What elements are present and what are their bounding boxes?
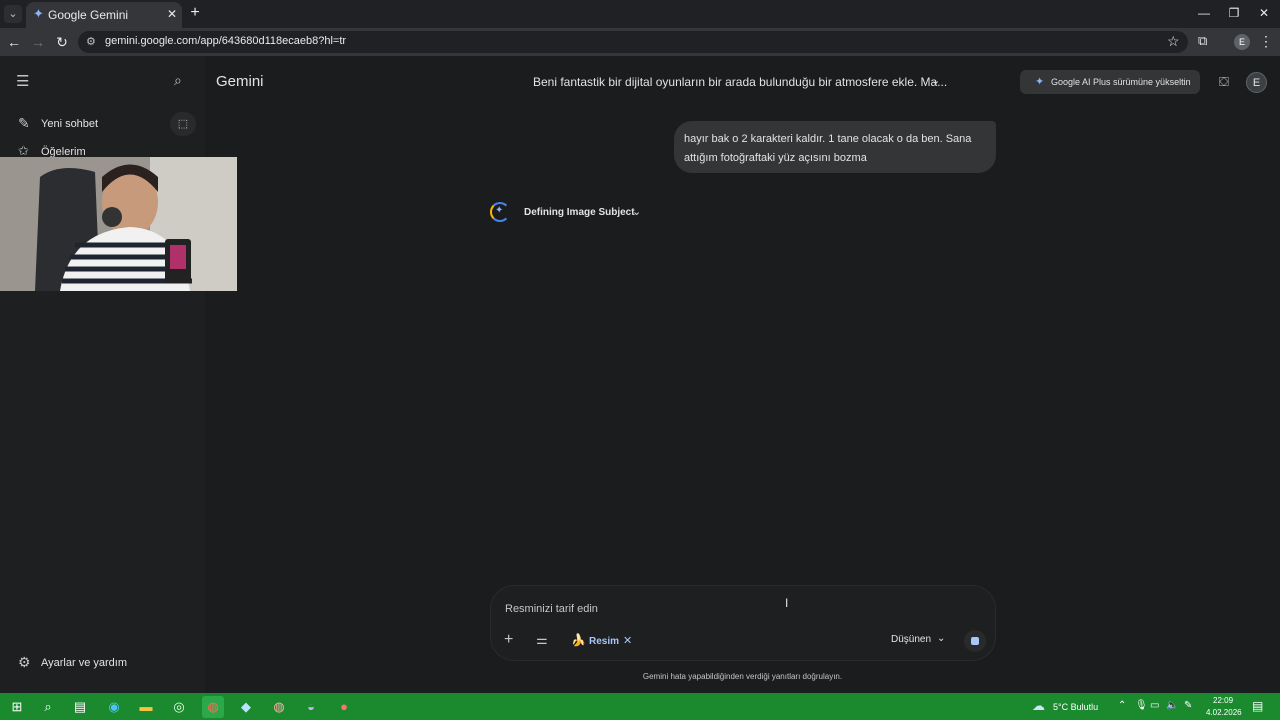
settings-help-label: Ayarlar ve yardım xyxy=(41,657,127,669)
tab-close-icon[interactable]: ✕ xyxy=(165,6,179,22)
settings-help-button[interactable]: ⚙ Ayarlar ve yardım xyxy=(10,652,190,674)
prompt-input[interactable] xyxy=(505,600,975,618)
webcam-overlay xyxy=(0,157,237,291)
restore-icon[interactable]: ❐ xyxy=(1219,4,1249,22)
pen-icon[interactable]: ✎ xyxy=(1184,700,1192,711)
add-icon[interactable]: + xyxy=(504,631,513,649)
address-bar[interactable]: ⚙ gemini.google.com/app/643680d118ecaeb8… xyxy=(78,31,1188,53)
new-chat-button[interactable]: ✎ Yeni sohbet xyxy=(10,112,170,136)
user-message-text: hayır bak o 2 karakteri kaldır. 1 tane o… xyxy=(684,133,972,164)
webcam-feed-image xyxy=(0,157,237,291)
windows-taskbar: ⊞ ⌕ ▤ ◉ ▬ ◎ ◍ ◆ ◍ ◒ ● ☁ 5°C Bulutlu ⌃ 🎙 … xyxy=(0,693,1280,720)
chip-close-icon[interactable]: ✕ xyxy=(623,634,632,647)
avatar[interactable]: E xyxy=(1246,72,1267,93)
whatsapp-icon[interactable]: ◎ xyxy=(168,696,190,718)
sparkle-icon: ✦ xyxy=(1035,76,1045,88)
chevron-down-icon[interactable]: ⌄ xyxy=(937,633,945,644)
browser-menu-icon[interactable]: ⋮ xyxy=(1259,33,1273,50)
thinking-status[interactable]: Defining Image Subject xyxy=(524,207,635,218)
edge-icon[interactable]: ◉ xyxy=(103,696,125,718)
network-icon[interactable]: ▭ xyxy=(1150,700,1159,711)
gemini-favicon-icon: ✦ xyxy=(33,6,44,21)
sidebar: ☰ ⌕ ✎ Yeni sohbet ⬚ ✩ Öğelerim ⚙ Ayarlar… xyxy=(0,56,205,693)
tab-title: Google Gemini xyxy=(48,8,129,22)
cloud-icon[interactable]: ☁ xyxy=(1032,698,1045,714)
menu-icon[interactable]: ☰ xyxy=(16,73,34,91)
clock-date[interactable]: 4.02.2026 xyxy=(1206,708,1242,717)
extensions-icon[interactable]: ⧉ xyxy=(1198,33,1207,49)
image-chip-label: Resim xyxy=(589,636,620,647)
image-tool-chip[interactable]: 🍌 Resim ✕ xyxy=(569,630,633,652)
gear-icon: ⚙ xyxy=(18,654,31,670)
file-explorer-icon[interactable]: ▬ xyxy=(135,696,157,718)
search-icon[interactable]: ⌕ xyxy=(37,696,59,718)
stop-icon xyxy=(971,637,979,645)
app-title[interactable]: Gemini xyxy=(216,73,264,90)
site-info-icon[interactable]: ⚙ xyxy=(86,34,100,50)
notification-icon[interactable]: ▤ xyxy=(1252,699,1263,713)
search-icon[interactable]: ⌕ xyxy=(174,72,182,89)
edit-icon: ✎ xyxy=(18,115,30,131)
windows-start-icon[interactable]: ⊞ xyxy=(6,696,28,718)
minimize-icon[interactable]: — xyxy=(1189,4,1219,22)
reload-icon[interactable]: ↻ xyxy=(53,33,71,51)
tab-search-button[interactable]: ⌄ xyxy=(4,5,22,23)
tools-icon[interactable]: ⚌ xyxy=(536,632,548,648)
app-icon[interactable]: ◆ xyxy=(235,696,257,718)
user-message-bubble: hayır bak o 2 karakteri kaldır. 1 tane o… xyxy=(674,121,996,173)
back-icon[interactable]: ← xyxy=(5,33,23,51)
browser-profile-avatar[interactable]: E xyxy=(1234,34,1250,50)
gemini-sparkle-icon: ✦ xyxy=(495,205,504,216)
chevron-up-icon[interactable]: ⌃ xyxy=(1118,700,1126,711)
volume-icon[interactable]: 🔈 xyxy=(1166,700,1178,711)
window-close-icon[interactable]: ✕ xyxy=(1249,4,1279,22)
chevron-down-icon[interactable]: ⌄ xyxy=(931,74,940,87)
browser-tab-strip: ⌄ ✦ Google Gemini ✕ + — ❐ ✕ xyxy=(0,0,1280,28)
upgrade-label: Google AI Plus sürümüne yükseltin xyxy=(1051,77,1191,87)
mode-selector[interactable]: Düşünen xyxy=(891,634,931,645)
browser-toolbar: ← → ↻ ⚙ gemini.google.com/app/643680d118… xyxy=(0,28,1280,56)
stop-button[interactable] xyxy=(964,630,986,652)
url-text[interactable]: gemini.google.com/app/643680d118ecaeb8?h… xyxy=(105,35,346,47)
clock-time[interactable]: 22:09 xyxy=(1213,696,1233,705)
prompt-composer: + ⚌ 🍌 Resim ✕ Düşünen ⌄ xyxy=(490,585,996,661)
disclaimer-text: Gemini hata yapabildiğinden verdiği yanı… xyxy=(642,672,843,681)
browser-tab-active[interactable]: ✦ Google Gemini ✕ xyxy=(26,2,182,28)
chrome-profile-icon[interactable]: ◍ xyxy=(268,696,290,718)
gift-icon[interactable]: ⛋ xyxy=(1219,74,1229,90)
new-tab-button[interactable]: + xyxy=(186,4,204,22)
chat-title[interactable]: Beni fantastik bir dijital oyunların bir… xyxy=(533,75,947,89)
discord-icon[interactable]: ◒ xyxy=(300,696,322,718)
microphone-icon[interactable]: 🎙 xyxy=(1135,700,1148,711)
text-cursor-icon: I xyxy=(785,596,789,610)
bookmark-star-icon[interactable]: ☆ xyxy=(1167,33,1180,50)
chevron-down-icon[interactable]: ⌄ xyxy=(632,205,641,218)
banana-icon: 🍌 xyxy=(571,633,586,647)
upgrade-button[interactable]: ✦ Google AI Plus sürümüne yükseltin xyxy=(1020,70,1200,94)
chrome-icon[interactable]: ◍ xyxy=(202,696,224,718)
task-view-icon[interactable]: ▤ xyxy=(69,696,91,718)
temporary-chat-icon[interactable]: ⬚ xyxy=(170,112,196,136)
new-chat-label: Yeni sohbet xyxy=(41,118,99,130)
forward-icon[interactable]: → xyxy=(29,33,47,51)
weather-text[interactable]: 5°C Bulutlu xyxy=(1053,702,1098,712)
recorder-icon[interactable]: ● xyxy=(333,696,355,718)
